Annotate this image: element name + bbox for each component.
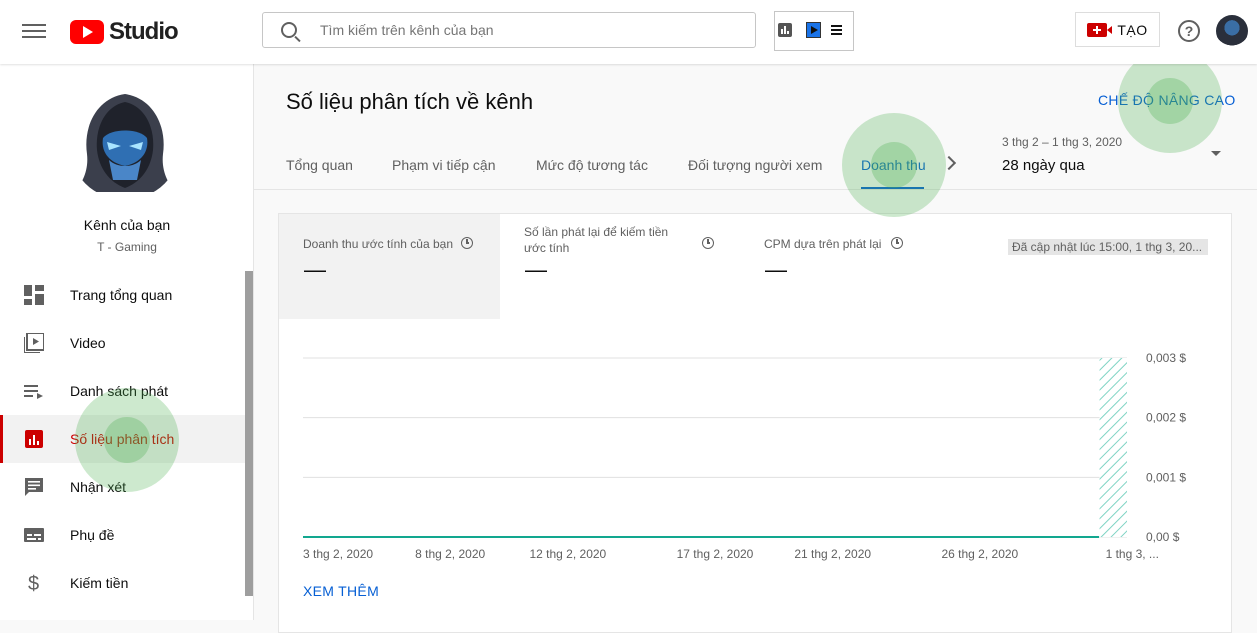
sidebar-item-monetization[interactable]: $ Kiếm tiền <box>0 559 245 607</box>
logo-text: Studio <box>109 18 179 45</box>
sidebar-item-label: Phụ đề <box>70 527 115 543</box>
x-tick-label: 12 thg 2, 2020 <box>529 547 606 561</box>
y-tick-label: 0,002 $ <box>1146 411 1186 425</box>
x-tick-label: 3 thg 2, 2020 <box>303 547 373 561</box>
comments-icon <box>25 478 43 496</box>
dollar-icon: $ <box>28 573 39 593</box>
sidebar-item-dashboard[interactable]: Trang tổng quan <box>0 271 245 319</box>
create-video-icon <box>1087 22 1113 37</box>
search-input[interactable] <box>318 13 738 47</box>
analytics-icon <box>25 430 43 448</box>
tab-overview[interactable]: Tổng quan <box>286 157 353 173</box>
metric-label: Số lần phát lại để kiếm tiền ước tính <box>524 225 669 255</box>
sidebar: Kênh của bạn T - Gaming Trang tổng quan … <box>0 64 254 620</box>
extension-toolbar <box>774 11 854 51</box>
date-range[interactable]: 3 thg 2 – 1 thg 3, 2020 <box>1002 135 1122 149</box>
see-more-button[interactable]: XEM THÊM <box>303 583 379 599</box>
metric-playback-cpm[interactable]: CPM dựa trên phát lại — <box>740 214 980 319</box>
subtitles-icon <box>24 528 44 542</box>
metric-value: — <box>525 257 547 282</box>
chart-extension-icon[interactable] <box>778 23 792 37</box>
y-tick-label: 0,003 $ <box>1146 351 1186 365</box>
sidebar-item-label: Trang tổng quan <box>70 287 173 303</box>
hooded-ninja-avatar-icon <box>75 94 175 192</box>
metric-label: Doanh thu ước tính của bạn <box>303 237 453 251</box>
x-tick-label: 26 thg 2, 2020 <box>941 547 1018 561</box>
channel-subtitle: T - Gaming <box>97 240 157 254</box>
chevron-down-icon[interactable] <box>1211 151 1221 156</box>
metric-value: — <box>304 257 326 282</box>
last-updated-badge: Đã cập nhật lúc 15:00, 1 thg 3, 20... <box>1008 239 1208 255</box>
x-tick-label: 1 thg 3, ... <box>1106 547 1159 561</box>
tab-reach[interactable]: Phạm vi tiếp cận <box>392 157 496 173</box>
video-icon <box>24 333 44 353</box>
metric-label: CPM dựa trên phát lại <box>764 237 882 251</box>
dashboard-icon <box>24 285 44 305</box>
search-box[interactable] <box>262 12 756 48</box>
x-tick-label: 21 thg 2, 2020 <box>794 547 871 561</box>
playlist-icon <box>24 385 43 399</box>
sidebar-item-video[interactable]: Video <box>0 319 245 367</box>
page-title: Số liệu phân tích về kênh <box>286 89 534 114</box>
click-indicator <box>842 113 946 217</box>
studio-logo[interactable]: Studio <box>70 18 179 46</box>
sidebar-item-label: Kiếm tiền <box>70 575 129 591</box>
header-divider <box>254 189 1257 190</box>
top-bar: Studio TẠO ? <box>0 0 1257 64</box>
revenue-chart: 0,003 $ 0,002 $ 0,001 $ 0,00 $ 3 thg 2, 202… <box>303 351 1186 561</box>
clock-icon[interactable] <box>461 237 473 249</box>
clock-icon[interactable] <box>702 237 714 249</box>
play-extension-icon[interactable] <box>806 22 821 38</box>
y-tick-label: 0,001 $ <box>1146 470 1186 484</box>
y-tick-label: 0,00 $ <box>1146 530 1180 544</box>
create-button[interactable]: TẠO <box>1075 12 1160 47</box>
tab-engagement[interactable]: Mức độ tương tác <box>536 157 648 173</box>
sidebar-scrollbar[interactable] <box>245 271 253 596</box>
create-label: TẠO <box>1117 21 1148 38</box>
help-icon[interactable]: ? <box>1178 20 1200 42</box>
x-tick-label: 17 thg 2, 2020 <box>677 547 754 561</box>
clock-icon[interactable] <box>891 237 903 249</box>
click-indicator <box>1118 49 1222 153</box>
metric-value: — <box>765 257 787 282</box>
metric-estimated-revenue[interactable]: Doanh thu ước tính của bạn — <box>279 214 500 319</box>
channel-name: Kênh của bạn <box>83 217 171 233</box>
channel-avatar[interactable] <box>69 88 181 200</box>
sidebar-item-label: Video <box>70 335 106 351</box>
sidebar-item-subtitles[interactable]: Phụ đề <box>0 511 245 559</box>
date-period-select[interactable]: 28 ngày qua <box>1002 157 1085 174</box>
x-tick-label: 8 thg 2, 2020 <box>415 547 485 561</box>
partial-data-hatched-bar[interactable] <box>1099 358 1127 537</box>
search-icon <box>281 22 297 38</box>
tab-audience[interactable]: Đối tượng người xem <box>688 157 822 173</box>
youtube-logo-icon <box>70 20 104 44</box>
menu-icon[interactable] <box>22 20 46 44</box>
click-indicator <box>75 388 179 492</box>
metric-monetized-playbacks[interactable]: Số lần phát lại để kiếm tiền ước tính — <box>500 214 740 319</box>
svg-text:$: $ <box>28 573 39 593</box>
account-avatar[interactable] <box>1216 15 1248 47</box>
list-extension-icon[interactable] <box>831 23 845 37</box>
